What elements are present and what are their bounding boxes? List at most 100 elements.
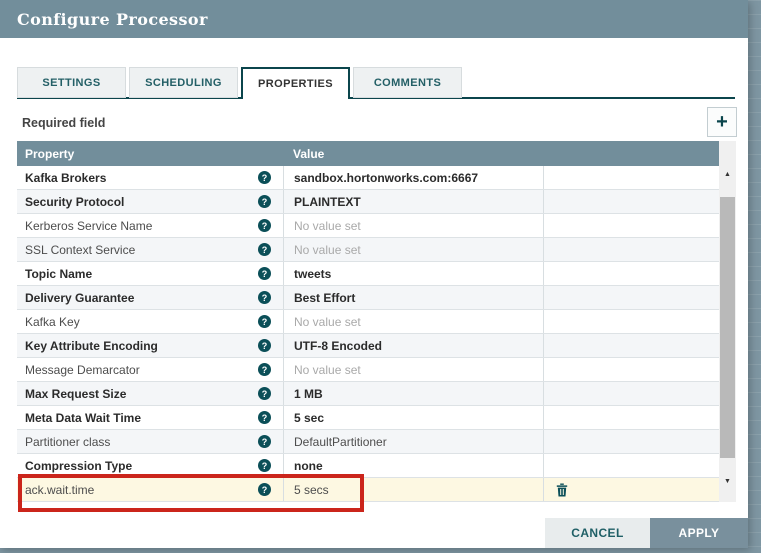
property-value[interactable]: No value set <box>283 238 543 261</box>
property-name-cell: Delivery Guarantee? <box>17 286 283 309</box>
table-row: Max Request Size? 1 MB <box>17 382 719 406</box>
dialog-header: Configure Processor <box>0 0 748 38</box>
row-actions-cell <box>543 406 719 429</box>
property-value[interactable]: tweets <box>283 262 543 285</box>
row-actions-cell <box>543 286 719 309</box>
property-value[interactable]: none <box>283 454 543 477</box>
property-name: Kafka Brokers <box>25 170 107 185</box>
required-field-label: Required field <box>22 116 106 130</box>
table-row: Key Attribute Encoding? UTF-8 Encoded <box>17 334 719 358</box>
property-name-cell: Topic Name? <box>17 262 283 285</box>
property-name: Message Demarcator <box>25 362 140 377</box>
apply-button[interactable]: APPLY <box>650 518 748 548</box>
help-icon[interactable]: ? <box>258 267 271 280</box>
dialog-title: Configure Processor <box>17 9 208 29</box>
property-name: Partitioner class <box>25 434 111 449</box>
table-row: Kerberos Service Name? No value set <box>17 214 719 238</box>
tab-bar: SETTINGS SCHEDULING PROPERTIES COMMENTS <box>17 67 465 99</box>
row-actions-cell <box>543 166 719 189</box>
help-icon[interactable]: ? <box>258 291 271 304</box>
delete-icon[interactable] <box>556 483 568 497</box>
table-row: Compression Type? none <box>17 454 719 478</box>
property-name: ack.wait.time <box>25 482 95 497</box>
property-name-cell: Partitioner class? <box>17 430 283 453</box>
tab-properties[interactable]: PROPERTIES <box>241 67 350 99</box>
property-name: Meta Data Wait Time <box>25 410 142 425</box>
help-icon[interactable]: ? <box>258 339 271 352</box>
property-name: Compression Type <box>25 458 133 473</box>
help-icon[interactable]: ? <box>258 171 271 184</box>
table-row: Partitioner class? DefaultPartitioner <box>17 430 719 454</box>
tab-comments[interactable]: COMMENTS <box>353 67 462 98</box>
row-actions-cell <box>543 190 719 213</box>
property-name-cell: Key Attribute Encoding? <box>17 334 283 357</box>
property-value[interactable]: No value set <box>283 310 543 333</box>
help-icon[interactable]: ? <box>258 483 271 496</box>
row-actions-cell <box>543 238 719 261</box>
table-scrollbar[interactable]: ▲ ▼ <box>719 141 736 502</box>
property-name-cell: Message Demarcator? <box>17 358 283 381</box>
tab-settings[interactable]: SETTINGS <box>17 67 126 98</box>
tab-scheduling[interactable]: SCHEDULING <box>129 67 238 98</box>
table-row: Topic Name? tweets <box>17 262 719 286</box>
scroll-down-icon[interactable]: ▼ <box>719 474 736 488</box>
property-name: Key Attribute Encoding <box>25 338 158 353</box>
scroll-up-icon[interactable]: ▲ <box>719 167 736 181</box>
property-name-cell: ack.wait.time? <box>17 478 283 501</box>
property-value[interactable]: 1 MB <box>283 382 543 405</box>
property-value[interactable]: No value set <box>283 214 543 237</box>
property-value[interactable]: Best Effort <box>283 286 543 309</box>
table-row: Meta Data Wait Time? 5 sec <box>17 406 719 430</box>
property-value[interactable]: sandbox.hortonworks.com:6667 <box>283 166 543 189</box>
scrollbar-thumb[interactable] <box>720 197 735 458</box>
column-header-value: Value <box>293 146 325 161</box>
property-name-cell: Max Request Size? <box>17 382 283 405</box>
property-value[interactable]: No value set <box>283 358 543 381</box>
properties-table-body: Kafka Brokers? sandbox.hortonworks.com:66… <box>17 166 719 502</box>
table-row: Delivery Guarantee? Best Effort <box>17 286 719 310</box>
property-name-cell: Meta Data Wait Time? <box>17 406 283 429</box>
help-icon[interactable]: ? <box>258 459 271 472</box>
help-icon[interactable]: ? <box>258 243 271 256</box>
configure-processor-dialog: Configure Processor SETTINGS SCHEDULING … <box>0 0 748 548</box>
help-icon[interactable]: ? <box>258 363 271 376</box>
table-row: ack.wait.time? 5 secs <box>17 478 719 502</box>
property-name: SSL Context Service <box>25 242 136 257</box>
cancel-button[interactable]: CANCEL <box>545 518 650 548</box>
property-value[interactable]: 5 secs <box>283 478 543 501</box>
property-name: Kerberos Service Name <box>25 218 153 233</box>
table-row: Kafka Brokers? sandbox.hortonworks.com:66… <box>17 166 719 190</box>
help-icon[interactable]: ? <box>258 411 271 424</box>
table-header-row: Property Value <box>17 141 719 166</box>
property-value[interactable]: PLAINTEXT <box>283 190 543 213</box>
row-actions-cell <box>543 334 719 357</box>
property-name: Topic Name <box>25 266 93 281</box>
property-name-cell: Kafka Brokers? <box>17 166 283 189</box>
add-property-button[interactable]: + <box>707 107 737 137</box>
properties-table: Property Value Kafka Brokers? sandbox.hor… <box>17 141 736 502</box>
property-name-cell: Security Protocol? <box>17 190 283 213</box>
help-icon[interactable]: ? <box>258 195 271 208</box>
property-name: Max Request Size <box>25 386 127 401</box>
help-icon[interactable]: ? <box>258 387 271 400</box>
help-icon[interactable]: ? <box>258 315 271 328</box>
property-value[interactable]: DefaultPartitioner <box>283 430 543 453</box>
help-icon[interactable]: ? <box>258 219 271 232</box>
row-actions-cell <box>543 310 719 333</box>
help-icon[interactable]: ? <box>258 435 271 448</box>
row-actions-cell <box>543 382 719 405</box>
table-row: SSL Context Service? No value set <box>17 238 719 262</box>
row-actions-cell <box>543 454 719 477</box>
row-actions-cell <box>543 262 719 285</box>
table-row: Message Demarcator? No value set <box>17 358 719 382</box>
property-value[interactable]: UTF-8 Encoded <box>283 334 543 357</box>
column-header-property: Property <box>25 146 75 161</box>
plus-icon: + <box>716 110 728 133</box>
row-actions-cell <box>543 478 719 501</box>
table-row: Security Protocol? PLAINTEXT <box>17 190 719 214</box>
row-actions-cell <box>543 214 719 237</box>
property-name-cell: SSL Context Service? <box>17 238 283 261</box>
property-name-cell: Compression Type? <box>17 454 283 477</box>
row-actions-cell <box>543 430 719 453</box>
property-value[interactable]: 5 sec <box>283 406 543 429</box>
